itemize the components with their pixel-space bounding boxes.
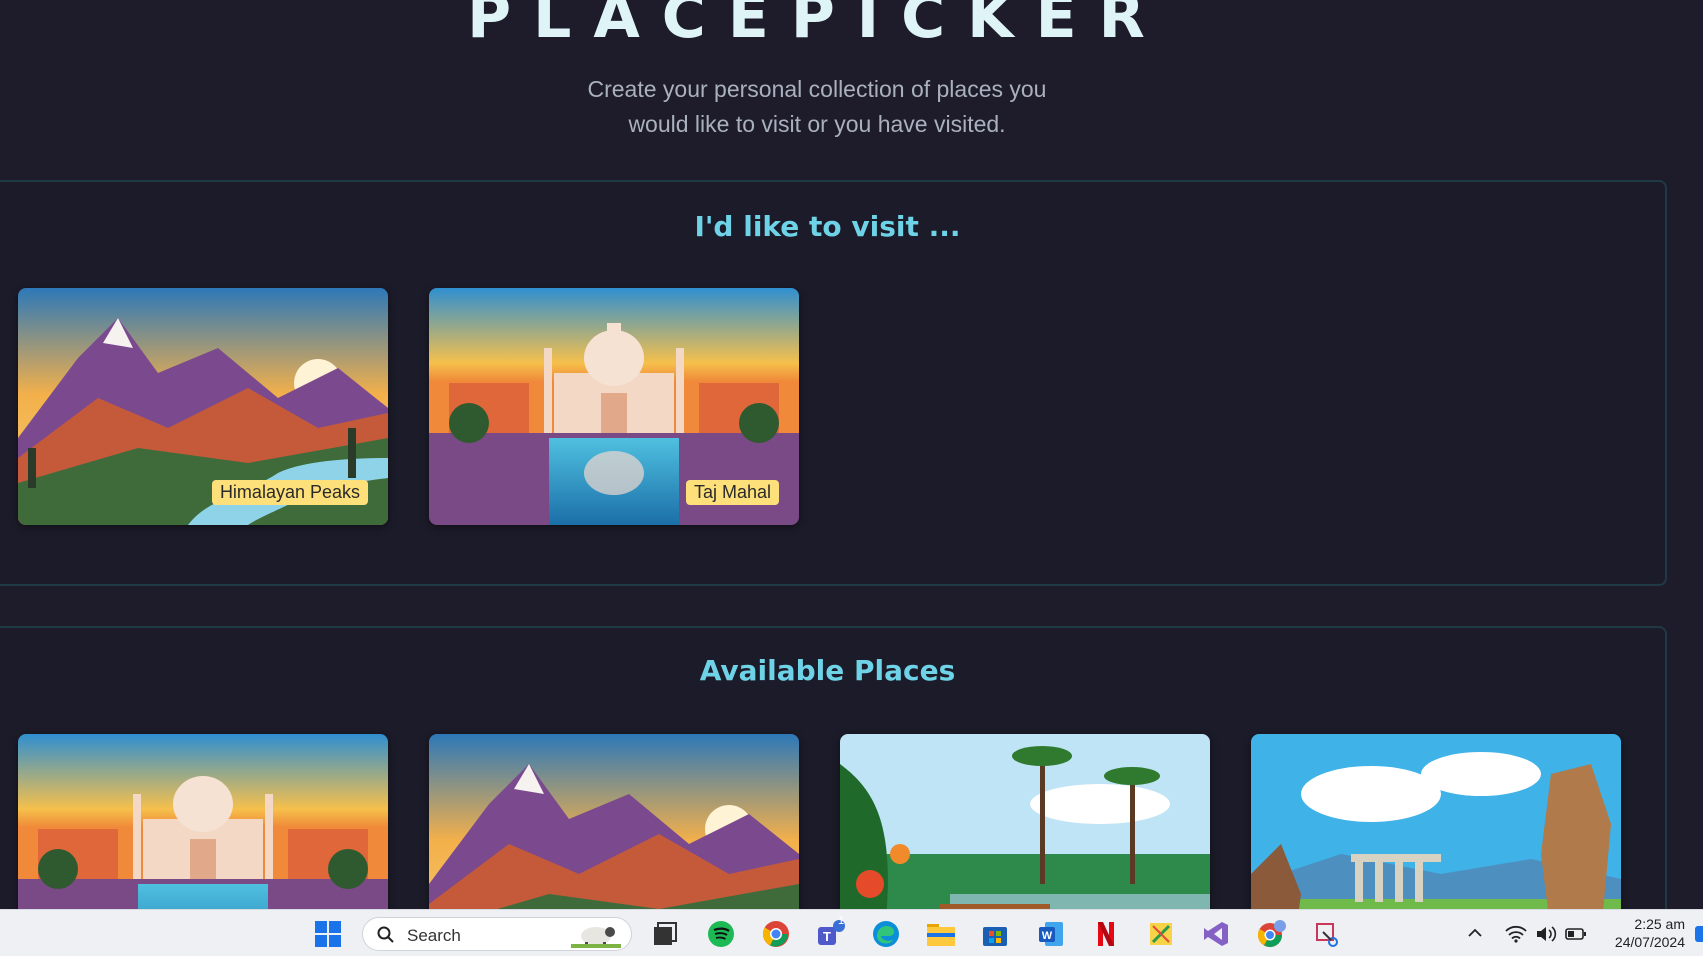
search-highlight-sheep-icon [571, 920, 621, 953]
available-section-title: Available Places [699, 654, 956, 687]
visit-section-title: I'd like to visit ... [694, 210, 961, 243]
visit-card-himalayan-peaks[interactable]: Himalayan Peaks [18, 288, 388, 525]
search-placeholder: Search [407, 926, 461, 945]
svg-text:W: W [1042, 930, 1053, 942]
visual-studio-icon[interactable] [1201, 919, 1231, 949]
clock[interactable]: 2:25 am 24/07/2024 [1615, 915, 1685, 951]
svg-text:T: T [823, 929, 831, 944]
subtitle-line-2: would like to visit or you have visited. [628, 111, 1006, 137]
windows-taskbar: Search T 1 W 2:25 am 24/07/2024 [0, 909, 1703, 956]
app-subtitle: Create your personal collection of place… [560, 72, 1074, 142]
teams-badge: 1 [837, 915, 845, 927]
netflix-icon[interactable] [1091, 919, 1121, 949]
windows-start-icon[interactable] [313, 919, 343, 949]
app-title: PLACEPICKER [467, 0, 1167, 52]
chevron-up-icon[interactable] [1467, 925, 1489, 943]
subtitle-line-1: Create your personal collection of place… [587, 76, 1047, 102]
volume-icon[interactable] [1535, 925, 1557, 943]
notification-icon[interactable] [1695, 926, 1703, 942]
visit-section: I'd like to visit ... Himalayan Peaks Ta… [0, 180, 1667, 586]
edge-icon[interactable] [871, 919, 901, 949]
snipping-tool-icon[interactable] [1312, 919, 1342, 949]
file-explorer-icon[interactable] [926, 919, 956, 949]
available-section: Available Places [0, 626, 1667, 956]
task-view-icon[interactable] [650, 919, 680, 949]
placepicker-app: PLACEPICKER Create your personal collect… [0, 0, 1703, 956]
search-icon [377, 926, 395, 949]
teams-icon[interactable]: T 1 [816, 915, 846, 949]
chrome-profile-icon[interactable] [1256, 919, 1286, 949]
place-label: Taj Mahal [685, 480, 779, 505]
visit-card-taj-mahal[interactable]: Taj Mahal [429, 288, 799, 525]
wifi-icon[interactable] [1505, 925, 1527, 943]
spotify-icon[interactable] [706, 919, 736, 949]
taskbar-search-box[interactable]: Search [362, 917, 632, 951]
word-icon[interactable]: W [1036, 919, 1066, 949]
ms-store-icon[interactable] [980, 919, 1010, 949]
clock-date: 24/07/2024 [1614, 934, 1685, 950]
sticky-tool-icon[interactable] [1146, 919, 1176, 949]
clock-time: 2:25 am [1634, 916, 1685, 932]
chrome-icon[interactable] [761, 919, 791, 949]
battery-icon[interactable] [1565, 925, 1587, 943]
place-label: Himalayan Peaks [211, 480, 368, 505]
